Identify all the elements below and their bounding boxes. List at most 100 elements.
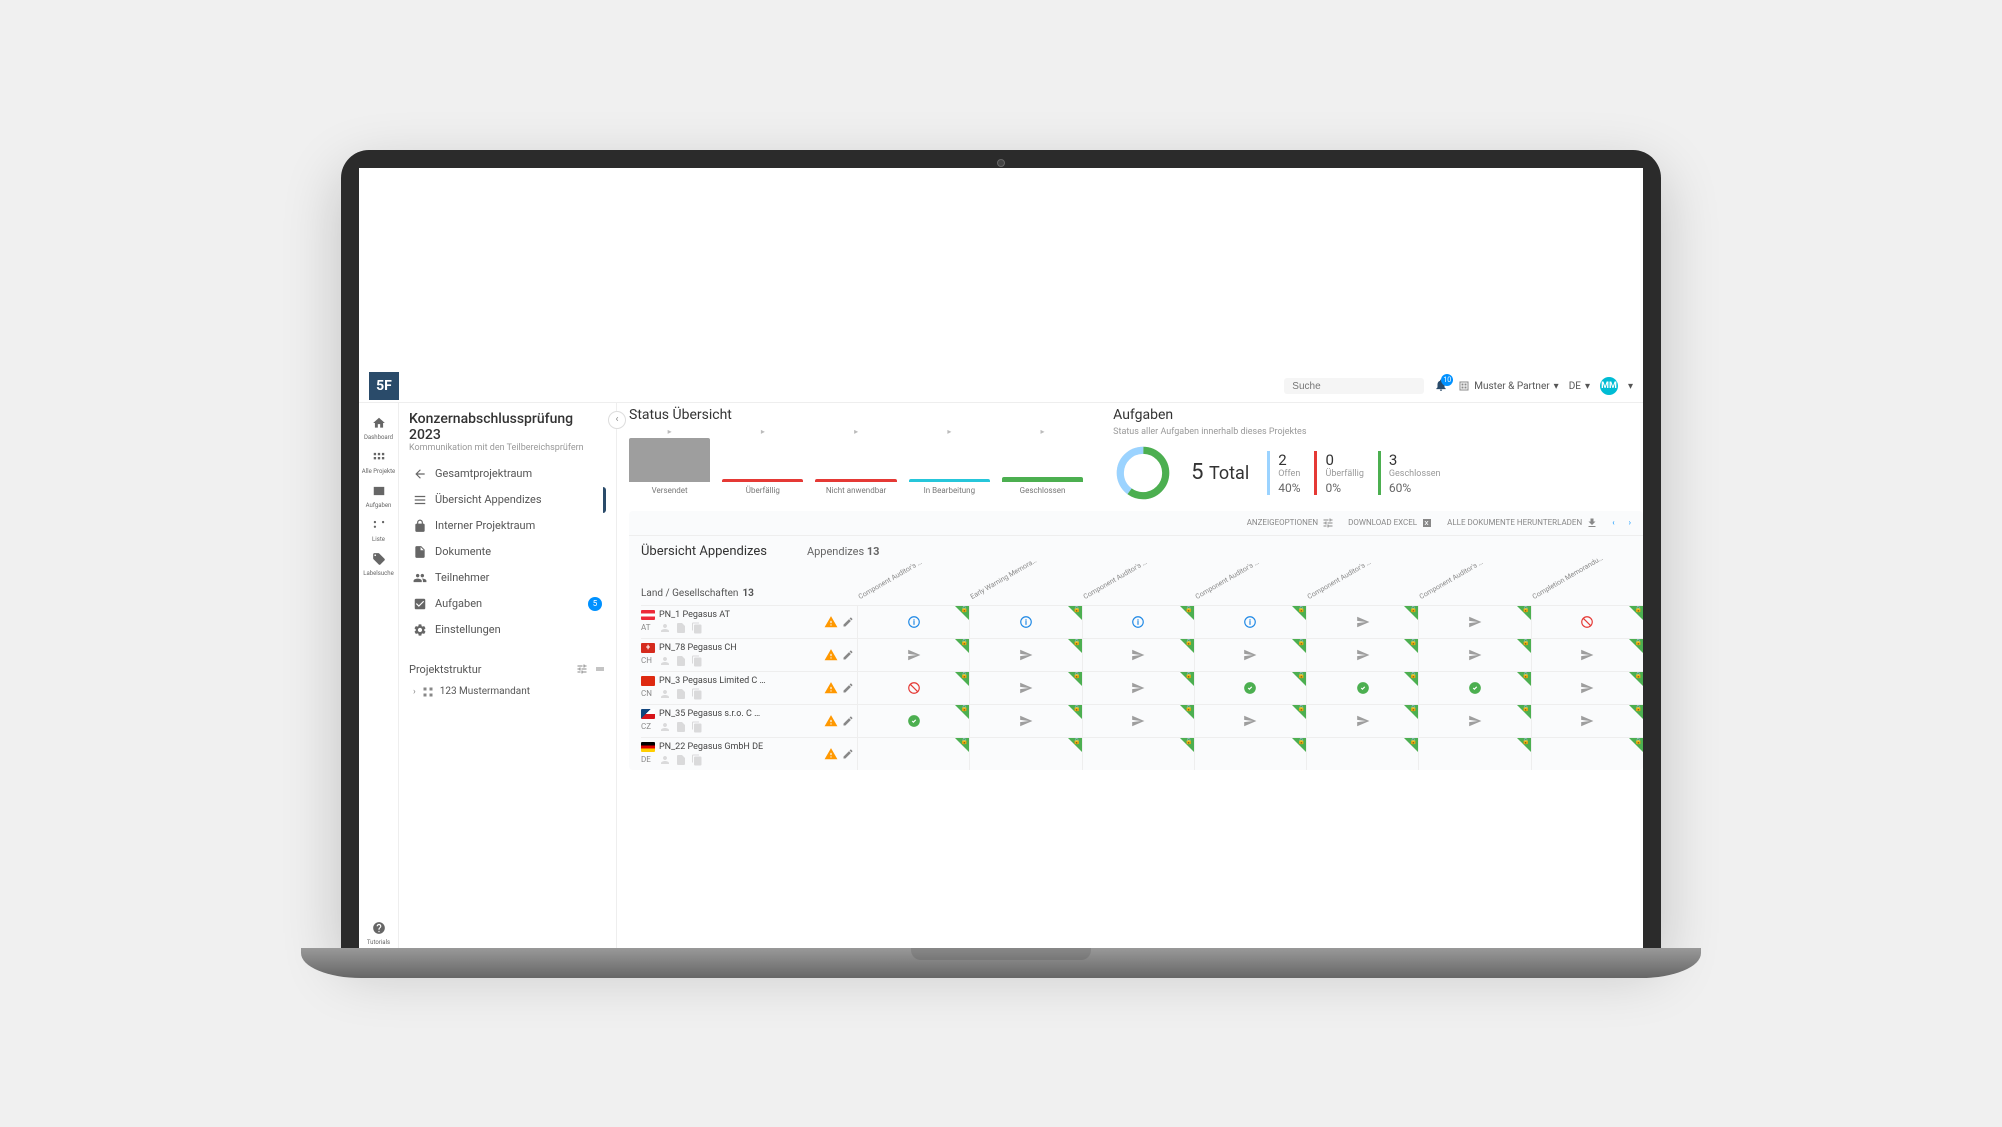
edit-icon[interactable] xyxy=(842,682,854,694)
table-cell[interactable]: 🔒 xyxy=(1306,705,1418,737)
sidebar-tutorials[interactable]: Tutorials xyxy=(360,916,398,950)
task-stat-open: 2Offen40% xyxy=(1267,451,1300,495)
table-cell[interactable]: 🔒 xyxy=(969,606,1081,638)
sidebar-tasks[interactable]: Aufgaben xyxy=(360,479,398,513)
edit-icon[interactable] xyxy=(842,748,854,760)
column-header[interactable]: Component Auditor's … xyxy=(1194,561,1306,605)
table-cell[interactable]: 🔒 xyxy=(857,738,969,770)
sidebar-dashboard[interactable]: Dashboard xyxy=(360,411,398,445)
user-avatar[interactable]: MM xyxy=(1600,377,1618,395)
sidebar-all-projects[interactable]: Alle Projekte xyxy=(360,445,398,479)
table-cell[interactable]: 🔒 xyxy=(1418,738,1530,770)
table-cell[interactable]: 🔒 xyxy=(1418,672,1530,704)
column-header[interactable]: Component Auditor's … xyxy=(1418,561,1530,605)
table-cell[interactable]: 🔒 xyxy=(1082,639,1194,671)
table-cell[interactable]: 🔒 xyxy=(1082,705,1194,737)
download-all-documents-button[interactable]: ALLE DOKUMENTE HERUNTERLADEN xyxy=(1447,517,1598,529)
notifications-button[interactable]: 10 xyxy=(1434,377,1448,396)
download-excel-button[interactable]: DOWNLOAD EXCEL xyxy=(1348,517,1433,529)
bell-badge: 10 xyxy=(1441,374,1453,386)
doc-icon xyxy=(675,721,687,733)
table-cell[interactable]: 🔒 xyxy=(1194,738,1306,770)
row-label[interactable]: PN_78 Pegasus CH CH xyxy=(641,639,821,671)
table-cell[interactable]: 🔒 xyxy=(1418,639,1530,671)
collapse-icon[interactable] xyxy=(594,663,606,675)
table-cell[interactable]: 🔒 xyxy=(969,705,1081,737)
nav-doc[interactable]: Dokumente xyxy=(409,539,606,565)
chevron-down-icon[interactable]: ▾ xyxy=(1628,381,1633,392)
table-cell[interactable]: 🔒 xyxy=(969,672,1081,704)
table-cell[interactable]: 🔒 xyxy=(1418,606,1530,638)
tasks-overview: Aufgaben Status aller Aufgaben innerhalb… xyxy=(1113,407,1643,503)
table-cell[interactable]: 🔒 xyxy=(1306,738,1418,770)
table-cell[interactable]: 🔒 xyxy=(1194,672,1306,704)
edit-icon[interactable] xyxy=(842,715,854,727)
pager-next-button[interactable]: › xyxy=(1629,518,1631,527)
list-icon xyxy=(413,493,427,507)
search-input[interactable] xyxy=(1292,381,1424,392)
lock-icon: 🔒 xyxy=(1410,672,1417,679)
table-cell[interactable]: 🔒 xyxy=(1531,672,1643,704)
table-cell[interactable]: 🔒 xyxy=(1306,672,1418,704)
table-cell[interactable]: 🔒 xyxy=(969,738,1081,770)
table-cell[interactable]: 🔒 xyxy=(1306,606,1418,638)
edit-icon[interactable] xyxy=(842,649,854,661)
nav-lock[interactable]: Interner Projektraum xyxy=(409,513,606,539)
lock-icon: 🔒 xyxy=(1185,639,1192,646)
table-cell[interactable]: 🔒 xyxy=(857,705,969,737)
row-label[interactable]: PN_3 Pegasus Limited C … CN xyxy=(641,672,821,704)
help-icon xyxy=(372,921,386,935)
lock-icon: 🔒 xyxy=(961,705,968,712)
row-label[interactable]: PN_22 Pegasus GmbH DE DE xyxy=(641,738,821,770)
company-menu[interactable]: Muster & Partner ▾ xyxy=(1458,380,1558,392)
table-cell[interactable]: 🔒 xyxy=(1082,738,1194,770)
search-input-wrap[interactable] xyxy=(1284,378,1424,394)
lock-icon: 🔒 xyxy=(1410,606,1417,613)
column-header[interactable]: Completion Memorandu… xyxy=(1531,561,1643,605)
table-cell[interactable]: 🔒 xyxy=(1531,738,1643,770)
nav-gear[interactable]: Einstellungen xyxy=(409,617,606,643)
table-cell[interactable]: 🔒 xyxy=(857,639,969,671)
table-cell[interactable]: 🔒 xyxy=(1531,705,1643,737)
nav-back[interactable]: Gesamtprojektraum xyxy=(409,461,606,487)
labelsearch-icon xyxy=(372,552,386,566)
row-label[interactable]: PN_35 Pegasus s.r.o. C … CZ xyxy=(641,705,821,737)
table-cell[interactable]: 🔒 xyxy=(969,639,1081,671)
sidebar-lists[interactable]: Liste xyxy=(360,513,398,547)
language-menu[interactable]: DE ▾ xyxy=(1569,381,1590,392)
lock-icon: 🔒 xyxy=(1522,639,1529,646)
nav-list[interactable]: Übersicht Appendizes xyxy=(409,487,606,513)
table-cell[interactable]: 🔒 xyxy=(1194,639,1306,671)
display-options-button[interactable]: ANZEIGEOPTIONEN xyxy=(1247,517,1334,529)
lock-icon: 🔒 xyxy=(961,738,968,745)
nav-people[interactable]: Teilnehmer xyxy=(409,565,606,591)
sidebar-labelsearch[interactable]: Labelsuche xyxy=(360,547,398,581)
table-cell[interactable]: 🔒 xyxy=(857,672,969,704)
row-label[interactable]: PN_1 Pegasus AT AT xyxy=(641,606,821,638)
table-cell[interactable]: 🔒 xyxy=(1306,639,1418,671)
edit-icon[interactable] xyxy=(842,616,854,628)
nav-badge: 5 xyxy=(588,597,602,611)
structure-icon xyxy=(422,686,434,698)
collapse-sidepanel-button[interactable]: ‹ xyxy=(608,411,626,429)
user-icon xyxy=(659,721,671,733)
table-cell[interactable]: 🔒 xyxy=(1194,606,1306,638)
lock-icon: 🔒 xyxy=(1298,606,1305,613)
table-cell[interactable]: 🔒 xyxy=(1531,639,1643,671)
table-cell[interactable]: 🔒 xyxy=(1082,672,1194,704)
building-icon xyxy=(1458,380,1470,392)
lock-icon: 🔒 xyxy=(1073,705,1080,712)
table-cell[interactable]: 🔒 xyxy=(1531,606,1643,638)
nav-check[interactable]: Aufgaben 5 xyxy=(409,591,606,617)
pager-prev-button[interactable]: ‹ xyxy=(1612,518,1614,527)
column-header[interactable]: Component Auditor's … xyxy=(1082,561,1194,605)
table-cell[interactable]: 🔒 xyxy=(857,606,969,638)
column-header[interactable]: Component Auditor's … xyxy=(1306,561,1418,605)
table-cell[interactable]: 🔒 xyxy=(1194,705,1306,737)
filter-icon[interactable] xyxy=(576,663,588,675)
column-header[interactable]: Early Warning Memora… xyxy=(969,561,1081,605)
table-cell[interactable]: 🔒 xyxy=(1082,606,1194,638)
column-header[interactable]: Component Auditor's … xyxy=(857,561,969,605)
project-structure-item[interactable]: › 123 Mustermandant xyxy=(409,680,606,704)
table-cell[interactable]: 🔒 xyxy=(1418,705,1530,737)
